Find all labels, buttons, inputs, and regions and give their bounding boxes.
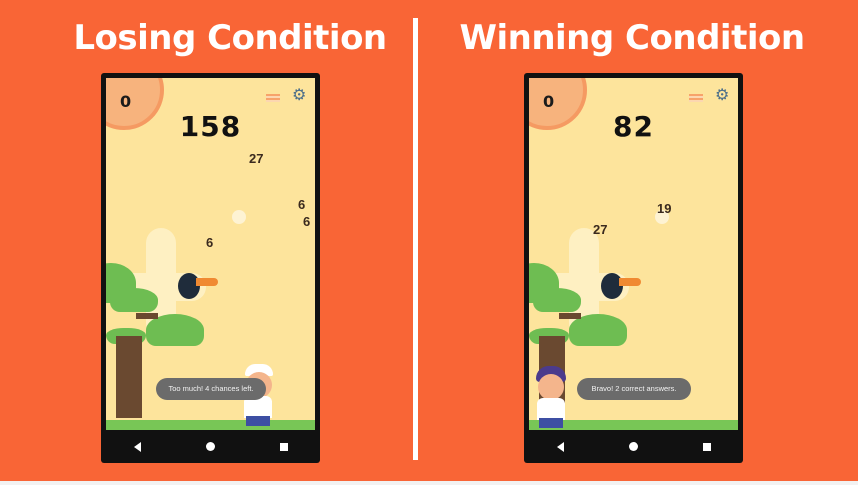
tree-leaf [110,288,158,312]
ground [106,420,315,430]
recents-square-icon[interactable] [279,442,288,451]
home-circle-icon[interactable] [205,442,215,451]
flag-icon[interactable] [266,94,280,102]
losing-condition-heading: Losing Condition [73,18,387,58]
home-circle-icon[interactable] [628,442,638,451]
target-score: 158 [179,110,242,143]
android-navbar [524,430,743,463]
floating-number[interactable]: 6 [206,235,213,250]
toucan-beak [196,278,218,286]
tree-leaf [533,288,581,312]
lives-counter: 0 [543,92,555,111]
toucan-bird [601,273,623,299]
back-triangle-icon[interactable] [556,441,564,452]
center-divider [413,18,418,460]
back-triangle-icon[interactable] [133,441,141,452]
tree-branch [559,313,581,319]
recents-square-icon[interactable] [702,442,711,451]
floating-number[interactable]: 6 [303,214,310,229]
toucan-bird [178,273,200,299]
player-head [538,374,564,400]
tree-trunk [116,336,142,418]
sky-ball [232,210,246,224]
player-pants [539,418,563,428]
tree-branch [136,313,158,319]
floating-number[interactable]: 19 [657,201,671,216]
toucan-beak [619,278,641,286]
floating-number[interactable]: 27 [249,151,263,166]
gear-icon[interactable]: ⚙ [715,88,731,104]
flag-icon[interactable] [689,94,703,102]
lives-counter: 0 [120,92,132,111]
android-navbar [101,430,320,463]
floating-number[interactable]: 27 [593,222,607,237]
target-score: 82 [613,110,654,143]
bottom-strip [0,481,858,485]
player-shirt [537,398,565,420]
toast-message: Bravo! 2 correct answers. [577,378,691,400]
phone-losing: 0 ⚙ 158 27 6 6 6 Too much! 4 chances lef… [101,73,320,463]
game-screen-winning: 0 ⚙ 82 19 27 0 6 Bravo! 2 correct answer… [529,78,738,430]
floating-number[interactable]: 6 [298,197,305,212]
phone-winning: 0 ⚙ 82 19 27 0 6 Bravo! 2 correct answer… [524,73,743,463]
player-pants [246,416,270,426]
gear-icon[interactable]: ⚙ [292,88,308,104]
toast-message: Too much! 4 chances left. [156,378,266,400]
game-screen-losing: 0 ⚙ 158 27 6 6 6 Too much! 4 chances lef… [106,78,315,430]
winning-condition-heading: Winning Condition [459,18,805,58]
